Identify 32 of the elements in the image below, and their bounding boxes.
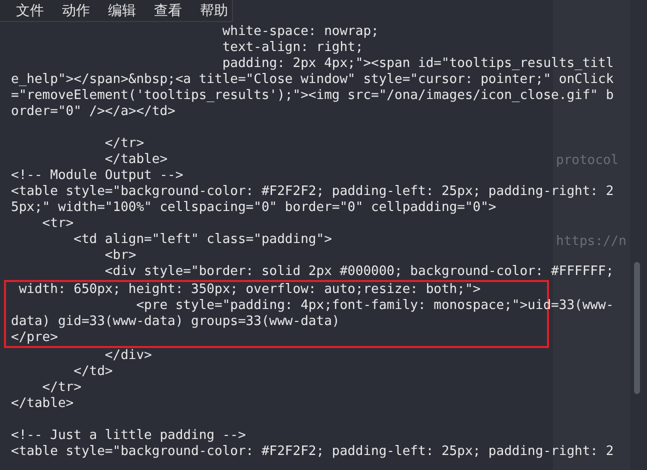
code-line: <div style="border: solid 2px #000000; background-color: #FFFFFF; [104,264,614,280]
menu-item[interactable]: 编辑 [106,2,138,20]
menu-item[interactable]: 动作 [60,2,92,20]
code-line: <br> [104,248,136,264]
menu-item[interactable]: 帮助 [198,2,230,20]
code-line: order="0" /></a></td> [11,104,176,120]
code-line: </td> [72,364,113,380]
scrollbar-thumb[interactable] [634,262,640,394]
code-line: <table style="background-color: #F2F2F2; padding-left: 25px; padding-right: 2 [11,184,614,200]
code-line: data) gid=33(www-data) groups=33(www-data) [11,314,340,330]
code-line: <tr> [41,216,74,232]
code-line: text-align: right; [221,40,364,56]
code-line: </tr> [41,380,82,396]
menu-item[interactable]: 文件 [14,2,46,20]
code-line: </div> [104,348,152,364]
code-line: ="removeElement('tooltips_results');"><img src="/ona/images/icon_close.gif" b [11,88,614,104]
code-line: </tr> [104,136,144,152]
code-line: <!-- Module Output --> [11,168,184,184]
code-line: e_help"></span>&nbsp;<a title="Close window" style="cursor: pointer;" onClick [11,72,614,88]
code-line: </table> [104,152,168,168]
code-line: padding: 2px 4px;"><span id="tooltips_results_titl [221,56,614,72]
code-line: 5px;" width="100%" cellspacing="0" border="0" cellpadding="0"> [11,200,496,216]
code-line: </pre> [11,330,58,346]
faded-text: https://n [555,234,628,249]
code-line: </table> [11,396,74,412]
code-line: width: 650px; height: 350px; overflow: auto;resize: both;"> [18,282,481,298]
faded-text: protocol [555,153,620,168]
code-line: white-space: nowrap; [221,24,379,40]
code-line: <table style="background-color: #F2F2F2; padding-left: 25px; padding-right: 2 [11,444,614,460]
menu-item[interactable]: 查看 [152,2,184,20]
code-line: <!-- Just a little padding --> [11,428,246,444]
code-line: <td align="left" class="padding"> [72,232,332,248]
